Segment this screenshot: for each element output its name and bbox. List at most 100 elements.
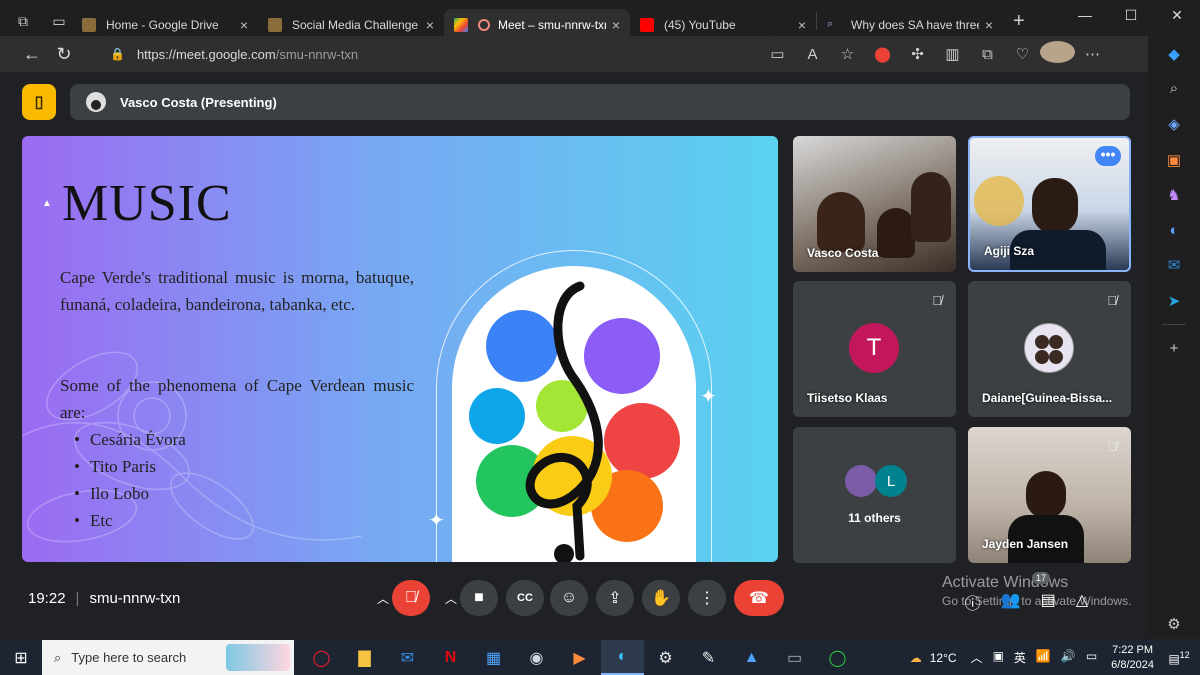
address-bar-actions: ▭ A ☆ ⬤ ✣ ▥ ⧉ ♡ ⋯	[760, 36, 1110, 72]
presenting-banner[interactable]: Vasco Costa (Presenting)	[70, 84, 1130, 120]
participant-tile[interactable]: 🎙̸ T Tiisetso Klaas	[793, 281, 956, 417]
camera-icon[interactable]: ◉	[515, 640, 558, 675]
mic-off-icon: 🎙̸	[1107, 293, 1117, 308]
tab-label: Meet – smu-nnrw-txn	[498, 18, 606, 32]
others-tile[interactable]: L 11 others	[793, 427, 956, 563]
audio-options-chevron-icon[interactable]: ︿	[372, 580, 394, 616]
netflix-icon[interactable]: N	[429, 640, 472, 675]
new-tab-button[interactable]: +	[1013, 10, 1025, 33]
others-avatar: L	[875, 465, 907, 497]
meeting-time: 19:22	[28, 590, 66, 607]
meet-top-bar: ▯ Vasco Costa (Presenting)	[22, 84, 1130, 120]
lock-icon[interactable]: 🔒	[110, 47, 125, 61]
close-icon[interactable]: ×	[426, 17, 434, 33]
camera-toggle-button[interactable]: ■	[460, 580, 498, 616]
temperature: 12°C	[929, 650, 957, 665]
vertical-tabs-icon[interactable]: ▭	[46, 8, 72, 34]
camera-permission-icon[interactable]: ▭	[760, 45, 795, 63]
meeting-details-icon[interactable]: ⓘ	[965, 590, 981, 614]
browser-essentials-icon[interactable]: ♡	[1005, 45, 1040, 63]
media-player-icon[interactable]: ▶	[558, 640, 601, 675]
notification-center-icon[interactable]: ▤12	[1166, 650, 1192, 666]
start-button[interactable]: ⊞	[0, 648, 42, 668]
participant-tile[interactable]: Vasco Costa	[793, 136, 956, 272]
search-icon: ⌕	[54, 649, 62, 665]
address-bar[interactable]: 🔒 https://meet.google.com/smu-nnrw-txn	[96, 39, 786, 69]
shopping-tag-icon[interactable]: ◈	[1160, 113, 1188, 136]
spotify-icon[interactable]: ◯	[816, 640, 859, 675]
taskbar-clock[interactable]: 7:22 PM 6/8/2024	[1111, 643, 1154, 673]
chat-icon[interactable]: ▤	[1041, 590, 1056, 614]
telegram-icon[interactable]: ➤	[1160, 289, 1188, 312]
more-options-button[interactable]: ⋮	[688, 580, 726, 616]
chevron-up-icon[interactable]: ︿	[971, 649, 983, 666]
close-icon[interactable]: ×	[612, 17, 620, 33]
wifi-icon[interactable]: 📶	[1036, 649, 1051, 666]
meeting-info-icon[interactable]: ▯	[22, 84, 56, 120]
copilot-icon[interactable]: ◆	[1160, 42, 1188, 65]
mic-toggle-button[interactable]: 🎙̸	[392, 580, 430, 616]
close-window-button[interactable]: ✕	[1154, 0, 1200, 30]
photos-icon[interactable]: ▲	[730, 640, 773, 675]
microsoft-365-icon[interactable]: ◐	[1160, 218, 1188, 241]
activities-icon[interactable]: △	[1076, 590, 1088, 614]
treble-clef-splash-image	[469, 281, 680, 562]
weather-widget[interactable]: ☁ 12°C	[910, 651, 957, 665]
taskbar-search-box[interactable]: ⌕ Type here to search	[42, 640, 294, 675]
maximize-button[interactable]: ☐	[1108, 0, 1154, 30]
edge-icon[interactable]: ◐	[601, 640, 644, 675]
opera-icon[interactable]: ◯	[300, 640, 343, 675]
meet-side-controls: ⓘ 👥 ▤ △	[965, 590, 1088, 614]
profile-avatar[interactable]	[1040, 41, 1075, 67]
workspaces-icon[interactable]: ⧉	[10, 8, 36, 34]
meet-tray-icon[interactable]: ▣	[993, 649, 1004, 666]
settings-more-icon[interactable]: ⋯	[1075, 45, 1110, 63]
presenting-label: Vasco Costa (Presenting)	[120, 94, 277, 110]
more-options-button[interactable]: •••	[1095, 146, 1121, 166]
participant-tile[interactable]: ••• Agiji Sza	[968, 136, 1131, 272]
reactions-button[interactable]: ☺	[550, 580, 588, 616]
mail-icon[interactable]: ✉	[386, 640, 429, 675]
file-explorer-icon[interactable]: ▇	[343, 640, 386, 675]
leave-call-button[interactable]: ☎	[734, 580, 784, 616]
participant-tile[interactable]: 🎙̸ Daiane[Guinea-Bissa...	[968, 281, 1131, 417]
extension-red-icon[interactable]: ⬤	[865, 45, 900, 63]
outlook-icon[interactable]: ✉	[1160, 254, 1188, 277]
tools-briefcase-icon[interactable]: ▣	[1160, 148, 1188, 171]
participant-name: Tiisetso Klaas	[807, 391, 888, 405]
split-screen-icon[interactable]: ▥	[935, 45, 970, 63]
captions-button[interactable]: CC	[506, 580, 544, 616]
microsoft-store-icon[interactable]: ▦	[472, 640, 515, 675]
participant-tile[interactable]: 🎙̸ Jayden Jansen	[968, 427, 1131, 563]
participant-name: Jayden Jansen	[982, 537, 1069, 551]
language-icon[interactable]: 英	[1014, 649, 1026, 666]
favorite-star-icon[interactable]: ☆	[830, 45, 865, 63]
sparkle-icon: ✦	[700, 386, 717, 408]
sidebar-settings-icon[interactable]: ⚙	[1160, 613, 1188, 636]
list-item: Tito Paris	[74, 453, 186, 480]
settings-icon[interactable]: ⚙	[644, 640, 687, 675]
read-aloud-icon[interactable]: A	[795, 46, 830, 63]
volume-icon[interactable]: 🔊	[1061, 649, 1076, 666]
terminal-icon[interactable]: ▭	[773, 640, 816, 675]
raise-hand-button[interactable]: ✋	[642, 580, 680, 616]
close-icon[interactable]: ×	[985, 17, 993, 33]
back-button[interactable]: ←	[16, 44, 48, 65]
games-icon[interactable]: ♞	[1160, 183, 1188, 206]
people-icon[interactable]: 👥	[1001, 590, 1021, 614]
add-app-icon[interactable]: +	[1160, 337, 1188, 360]
extensions-icon[interactable]: ✣	[900, 45, 935, 63]
cursor-icon: ▲	[42, 198, 52, 209]
window-controls: — ☐ ✕	[1062, 0, 1200, 30]
present-screen-button[interactable]: ⇪	[596, 580, 634, 616]
minimize-button[interactable]: —	[1062, 0, 1108, 30]
battery-icon[interactable]: ▭	[1086, 649, 1097, 666]
search-icon[interactable]: ⌕	[1160, 77, 1188, 100]
collections-icon[interactable]: ⧉	[970, 46, 1005, 63]
close-icon[interactable]: ×	[798, 17, 806, 33]
video-options-chevron-icon[interactable]: ︿	[440, 580, 462, 616]
refresh-button[interactable]: ↻	[48, 44, 80, 65]
search-favicon-icon: ⌕	[827, 18, 834, 30]
snipping-tool-icon[interactable]: ✎	[687, 640, 730, 675]
close-icon[interactable]: ×	[240, 17, 248, 33]
